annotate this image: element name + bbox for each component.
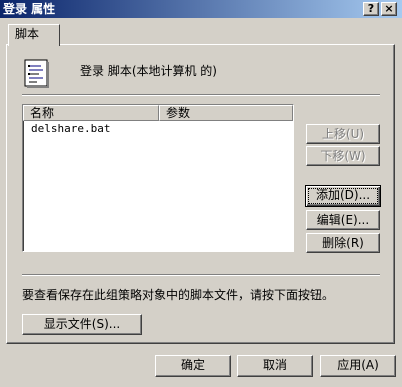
script-description: 登录 脚本(本地计算机 的) xyxy=(80,64,217,78)
title-bar[interactable] xyxy=(0,0,402,18)
column-header-name[interactable]: 名称 xyxy=(23,105,159,121)
remove-button[interactable]: 删除(R) xyxy=(306,233,380,253)
add-button[interactable]: 添加(D)... xyxy=(305,185,381,207)
close-button[interactable]: × xyxy=(381,2,397,16)
divider xyxy=(22,94,380,96)
edit-button[interactable]: 编辑(E)... xyxy=(306,210,380,230)
tab-scripts[interactable]: 脚本 xyxy=(8,24,60,46)
scripts-list[interactable]: 名称 参数 delshare.bat xyxy=(22,104,294,252)
column-header-parameters[interactable]: 参数 xyxy=(159,105,293,121)
cancel-button[interactable]: 取消 xyxy=(237,355,313,377)
ok-button[interactable]: 确定 xyxy=(155,355,231,377)
script-document-icon xyxy=(22,58,52,88)
window-title: 登录 属性 xyxy=(3,2,56,16)
divider xyxy=(22,274,380,276)
script-name: delshare.bat xyxy=(31,122,111,135)
list-item[interactable]: delshare.bat xyxy=(31,122,110,136)
move-down-button[interactable]: 下移(W) xyxy=(306,146,380,166)
move-up-button[interactable]: 上移(U) xyxy=(306,124,380,144)
show-files-button[interactable]: 显示文件(S)... xyxy=(22,314,142,335)
help-button[interactable]: ? xyxy=(363,2,379,16)
apply-button[interactable]: 应用(A) xyxy=(320,355,396,377)
hint-text: 要查看保存在此组策略对象中的脚本文件，请按下面按钮。 xyxy=(22,288,335,302)
